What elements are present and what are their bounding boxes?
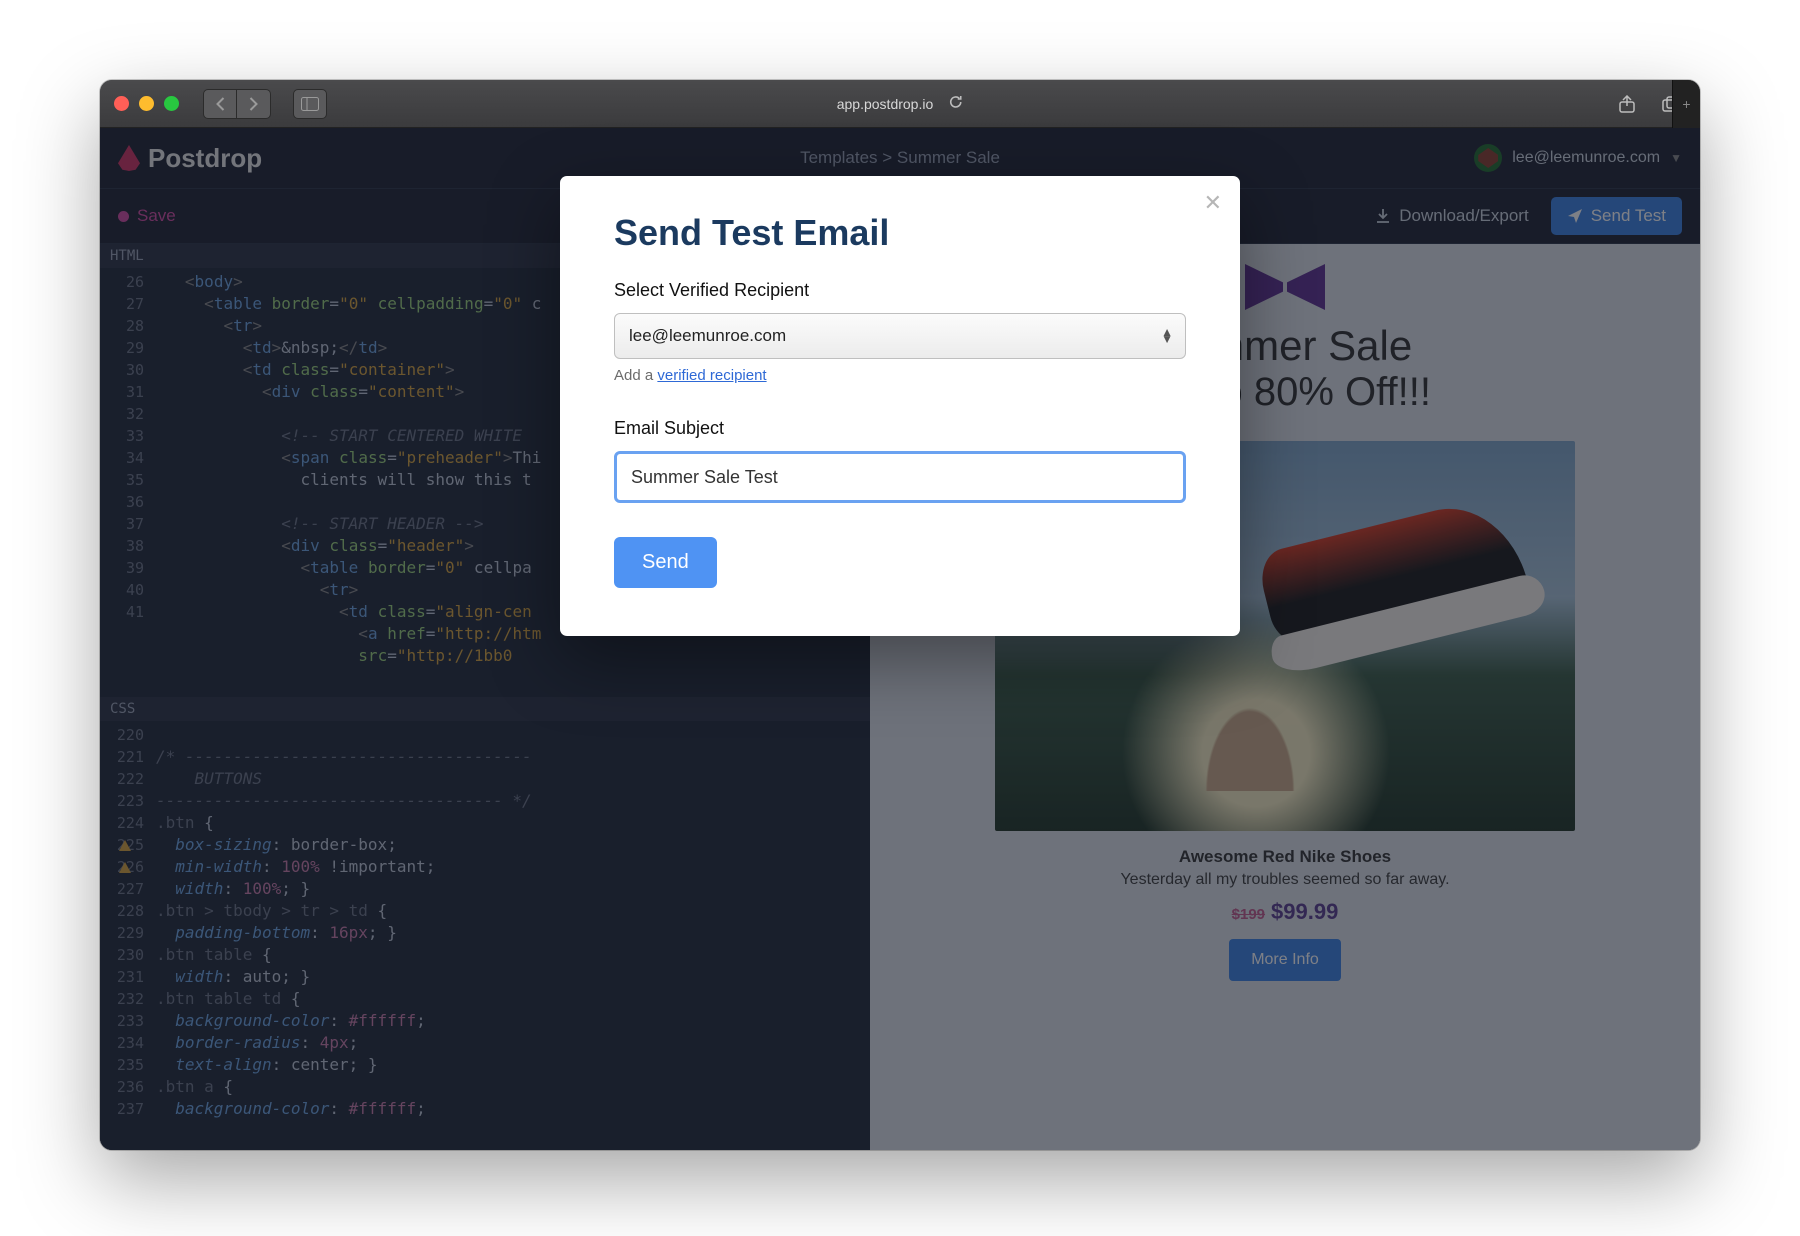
fullscreen-window-icon[interactable] — [164, 96, 179, 111]
send-button[interactable]: Send — [614, 537, 717, 588]
add-recipient-prefix: Add a — [614, 367, 657, 384]
share-icon[interactable] — [1612, 91, 1642, 117]
select-arrows-icon: ▲▼ — [1161, 329, 1171, 343]
sidebar-toggle-icon[interactable] — [293, 89, 327, 119]
close-icon: ✕ — [1204, 190, 1222, 215]
new-tab-button[interactable]: + — [1672, 80, 1700, 128]
close-modal-button[interactable]: ✕ — [1204, 190, 1222, 216]
close-window-icon[interactable] — [114, 96, 129, 111]
url-text[interactable]: app.postdrop.io — [837, 96, 934, 112]
recipient-label: Select Verified Recipient — [614, 280, 1186, 301]
back-button[interactable] — [203, 89, 237, 119]
send-test-modal: ✕ Send Test Email Select Verified Recipi… — [560, 176, 1240, 636]
verified-recipient-link[interactable]: verified recipient — [657, 367, 766, 384]
forward-button[interactable] — [237, 89, 271, 119]
recipient-selected-value: lee@leemunroe.com — [629, 326, 786, 346]
recipient-select[interactable]: lee@leemunroe.com ▲▼ — [614, 313, 1186, 359]
titlebar: app.postdrop.io + — [100, 80, 1700, 128]
reload-icon[interactable] — [947, 94, 963, 113]
window-controls — [114, 96, 179, 111]
subject-input[interactable] — [614, 451, 1186, 503]
minimize-window-icon[interactable] — [139, 96, 154, 111]
subject-label: Email Subject — [614, 418, 1186, 439]
add-recipient-help: Add a verified recipient — [614, 367, 1186, 384]
browser-window: app.postdrop.io + Postdrop Templates > S… — [100, 80, 1700, 1150]
modal-title: Send Test Email — [614, 212, 1186, 254]
